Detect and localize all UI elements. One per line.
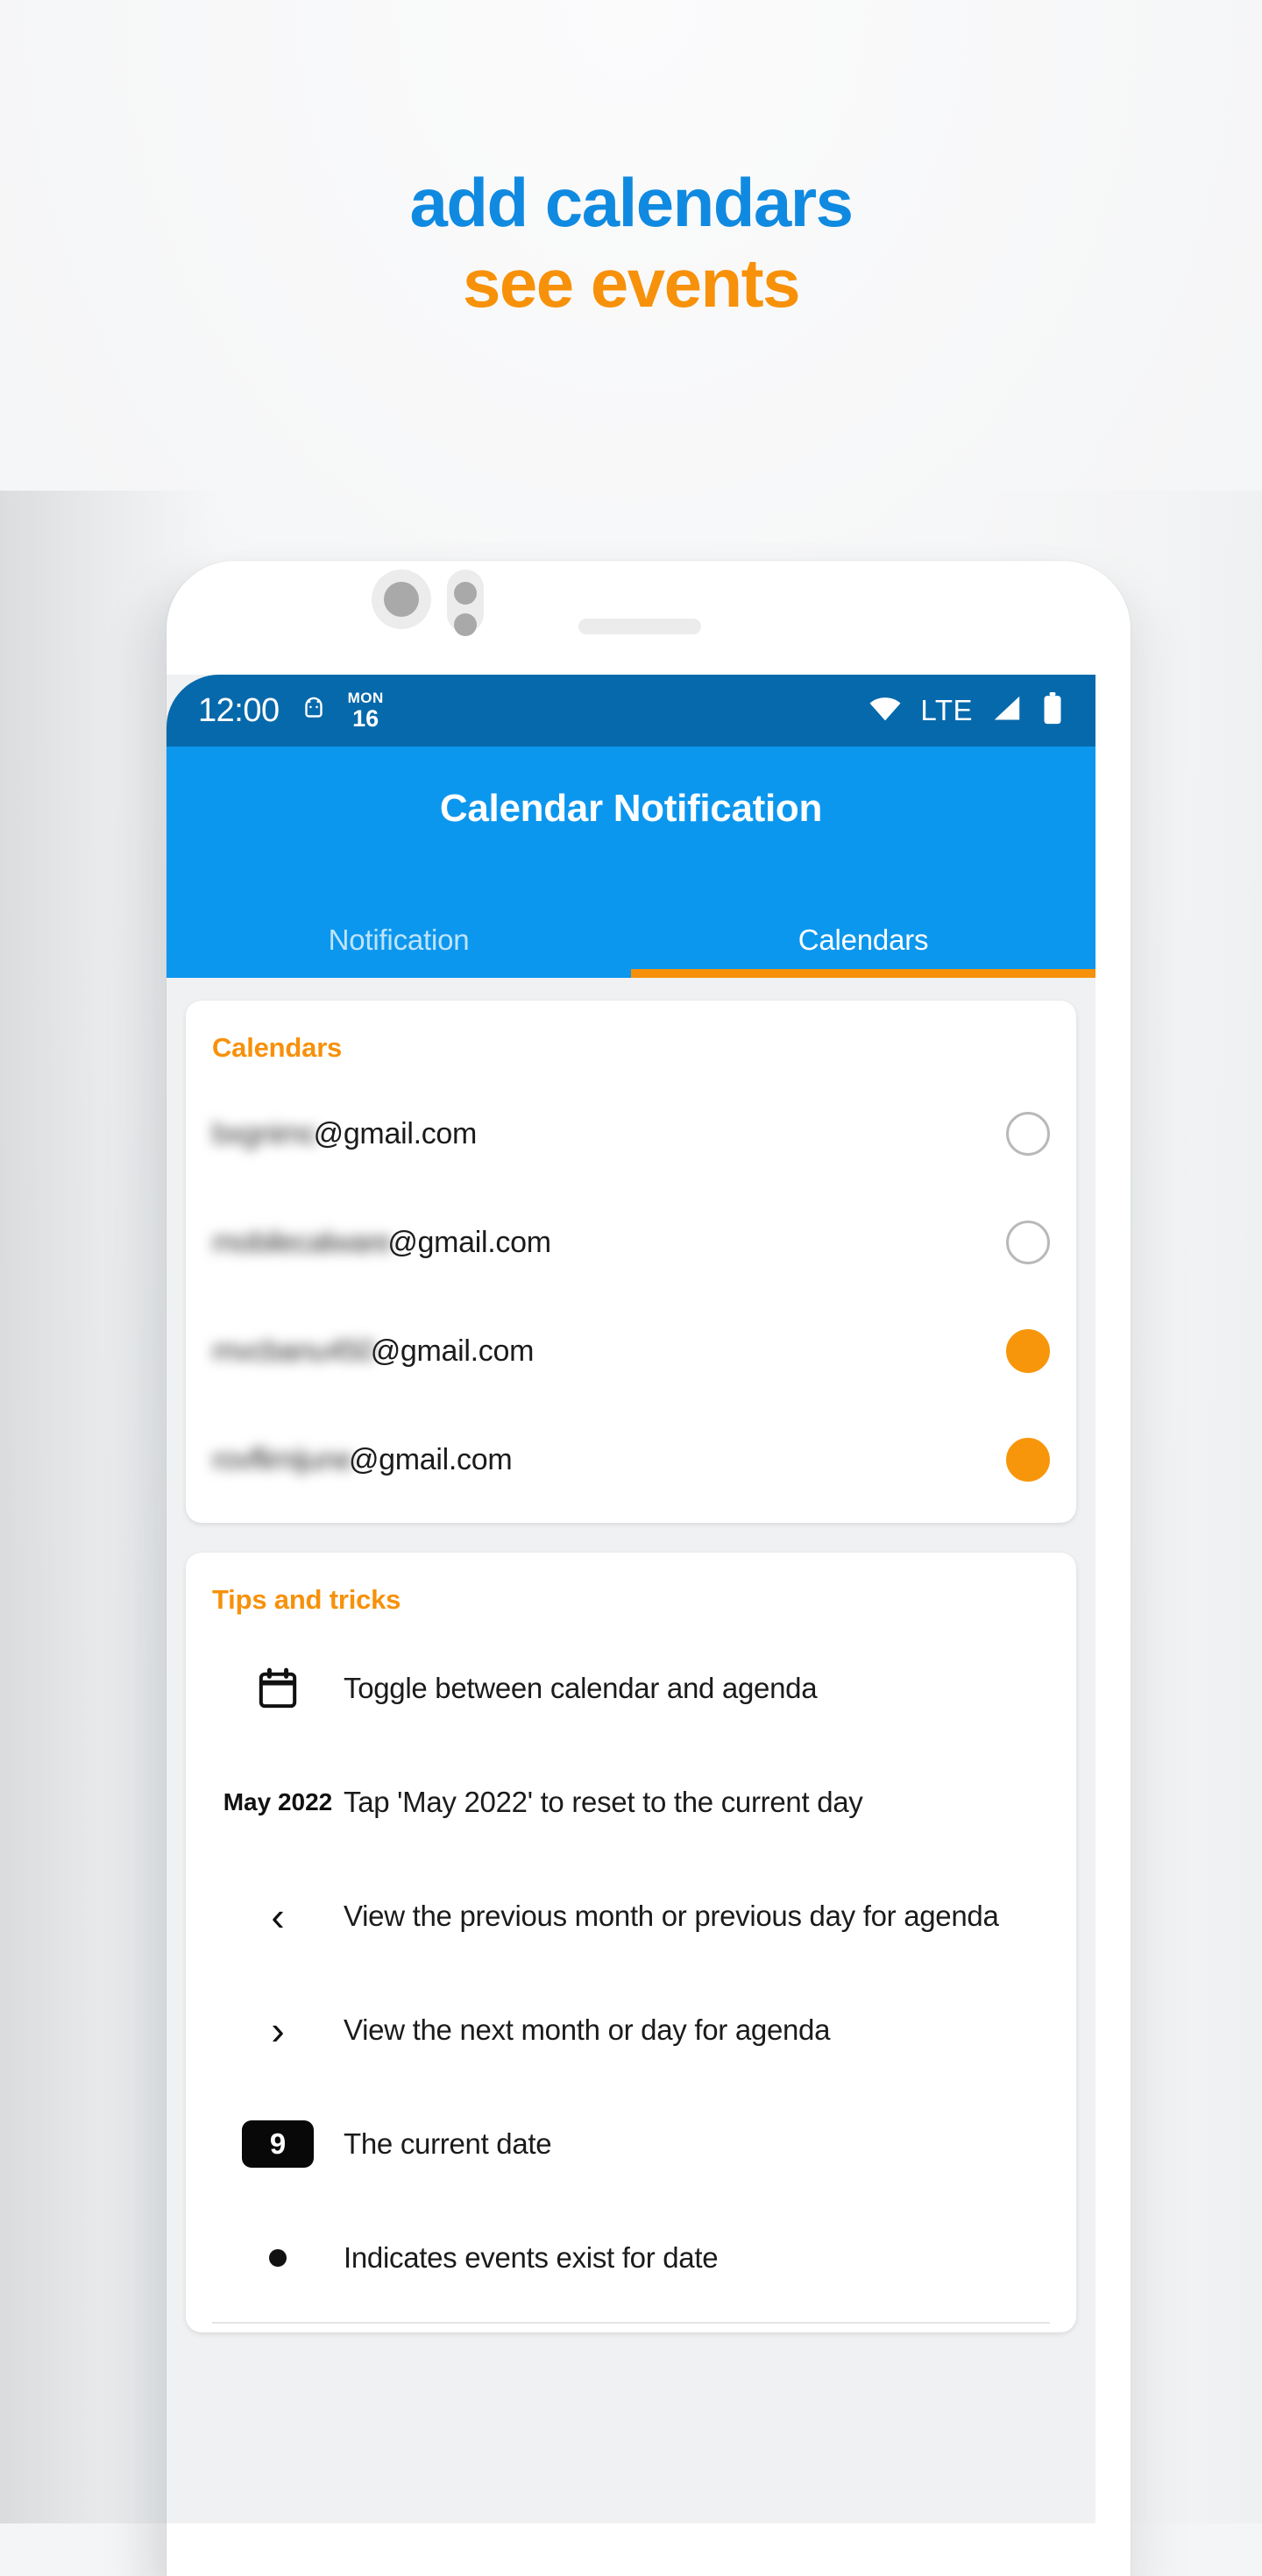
sensor-dot-icon	[454, 582, 477, 605]
front-camera-lens-icon	[384, 582, 419, 617]
promo-line-1: add calendars	[409, 164, 854, 241]
tip-text: Indicates events exist for date	[344, 2241, 719, 2275]
calendar-toggle[interactable]	[1006, 1329, 1050, 1373]
tip-item: Toggle between calendar and agenda	[212, 1631, 1050, 1745]
screen-content: Calendars bxgnimc @gmail.com mobilecalwa…	[167, 978, 1095, 2332]
tab-calendars[interactable]: Calendars	[631, 902, 1095, 978]
promo-line-2: see events	[463, 244, 800, 322]
calendar-icon	[212, 1667, 344, 1709]
calendar-email: rovflimijune @gmail.com	[212, 1442, 513, 1477]
calendar-email-suffix: @gmail.com	[313, 1116, 478, 1150]
calendar-toggle[interactable]	[1006, 1438, 1050, 1482]
tips-divider	[212, 2322, 1050, 2324]
chevron-right-icon: ›	[212, 2010, 344, 2050]
calendar-email: bxgnimc @gmail.com	[212, 1117, 477, 1151]
calendar-toggle[interactable]	[1006, 1112, 1050, 1156]
tips-card: Tips and tricks Toggle between calendar …	[186, 1553, 1076, 2332]
calendar-email-blurred: mobilecalware	[212, 1225, 392, 1259]
promo-headline: add calendars see events	[0, 162, 1262, 323]
chevron-left-icon: ‹	[212, 1896, 344, 1936]
tab-active-indicator	[631, 969, 1095, 978]
sensor-dot-icon	[454, 613, 477, 636]
current-date-badge: 9	[212, 2120, 344, 2168]
tab-bar: Notification Calendars	[167, 902, 1095, 978]
event-dot-shape	[269, 2249, 287, 2267]
tab-notification[interactable]: Notification	[167, 902, 631, 978]
tip-text: Toggle between calendar and agenda	[344, 1672, 818, 1705]
battery-full-icon	[1041, 691, 1064, 730]
tip-text: Tap 'May 2022' to reset to the current d…	[344, 1786, 863, 1819]
android-robot-icon	[299, 694, 329, 728]
calendar-email: mobilecalware @gmail.com	[212, 1226, 551, 1260]
tip-text: View the previous month or previous day …	[344, 1900, 999, 1933]
chevron-left-glyph: ‹	[271, 1893, 285, 1939]
calendars-card-title: Calendars	[212, 1032, 343, 1063]
calendar-row[interactable]: mobilecalware @gmail.com	[212, 1188, 1050, 1297]
tip-item: › View the next month or day for agenda	[212, 1973, 1050, 2087]
app-title: Calendar Notification	[439, 787, 823, 830]
tip-item: 9 The current date	[212, 2087, 1050, 2201]
status-bar-left: 12:00 MON 16	[198, 690, 384, 731]
calendar-toggle[interactable]	[1006, 1221, 1050, 1264]
event-dot-icon	[212, 2249, 344, 2267]
calendar-row[interactable]: bxgnimc @gmail.com	[212, 1079, 1050, 1188]
calendar-email-blurred: rovflimijune	[212, 1442, 353, 1476]
tip-text: The current date	[344, 2127, 552, 2161]
calendar-email-blurred: mvcbanu450	[212, 1334, 375, 1368]
tip-item: ‹ View the previous month or previous da…	[212, 1859, 1050, 1973]
wifi-icon	[868, 696, 903, 726]
chevron-right-glyph: ›	[271, 2007, 285, 2053]
tip-item: Indicates events exist for date	[212, 2201, 1050, 2315]
calendar-email-blurred: bxgnimc	[212, 1116, 318, 1150]
earpiece-speaker	[578, 619, 701, 634]
status-bar: 12:00 MON 16 LTE	[167, 675, 1095, 747]
status-bar-right: LTE	[868, 691, 1064, 730]
tip-item: May 2022 Tap 'May 2022' to reset to the …	[212, 1745, 1050, 1859]
calendars-card: Calendars bxgnimc @gmail.com mobilecalwa…	[186, 1001, 1076, 1523]
month-year-text: May 2022	[223, 1788, 333, 1816]
status-date: MON 16	[348, 690, 384, 731]
month-year-label: May 2022	[212, 1788, 344, 1815]
calendar-email: mvcbanu450 @gmail.com	[212, 1334, 534, 1369]
status-day-number: 16	[352, 705, 379, 732]
cell-signal-icon	[990, 695, 1024, 727]
network-type-label: LTE	[920, 694, 973, 726]
calendar-row[interactable]: rovflimijune @gmail.com	[212, 1405, 1050, 1514]
current-date-number: 9	[242, 2120, 314, 2168]
calendar-email-suffix: @gmail.com	[348, 1442, 513, 1476]
calendar-email-suffix: @gmail.com	[370, 1334, 535, 1368]
status-day-label: MON	[347, 690, 384, 706]
tips-card-title: Tips and tricks	[212, 1584, 401, 1615]
app-bar: Calendar Notification	[167, 747, 1095, 902]
status-time: 12:00	[198, 691, 280, 729]
calendar-row[interactable]: mvcbanu450 @gmail.com	[212, 1297, 1050, 1405]
phone-screen: 12:00 MON 16 LTE Calendar Notification N…	[167, 675, 1095, 2523]
calendar-email-suffix: @gmail.com	[387, 1225, 551, 1259]
tip-text: View the next month or day for agenda	[344, 2013, 831, 2047]
